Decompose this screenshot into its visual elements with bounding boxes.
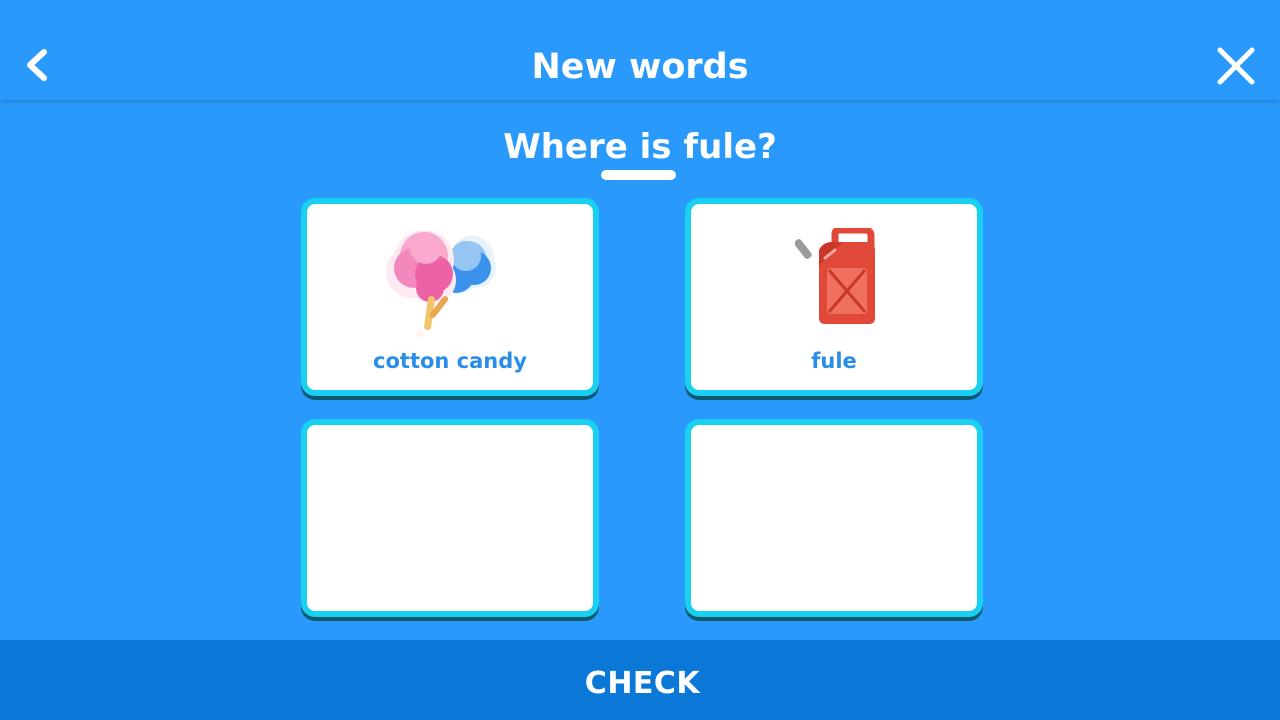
fuel-can-icon <box>795 228 875 324</box>
answer-card-label: fule <box>811 349 857 373</box>
answer-card-empty[interactable] <box>685 419 983 617</box>
cotton-candy-icon <box>386 230 496 338</box>
close-icon <box>1217 47 1255 85</box>
check-button-label: CHECK <box>584 666 701 701</box>
top-bar: New words <box>0 0 1280 100</box>
check-button[interactable]: CHECK <box>0 640 1280 720</box>
answer-card-fule[interactable]: fule <box>685 198 983 396</box>
question-prompt: Where is fule? <box>503 127 777 167</box>
answer-card-cotton-candy[interactable]: cotton candy <box>301 198 599 396</box>
close-button[interactable] <box>1212 42 1260 90</box>
answer-card-empty[interactable] <box>301 419 599 617</box>
answer-card-label: cotton candy <box>373 349 527 373</box>
question-underline <box>601 170 676 180</box>
page-title: New words <box>531 47 749 87</box>
